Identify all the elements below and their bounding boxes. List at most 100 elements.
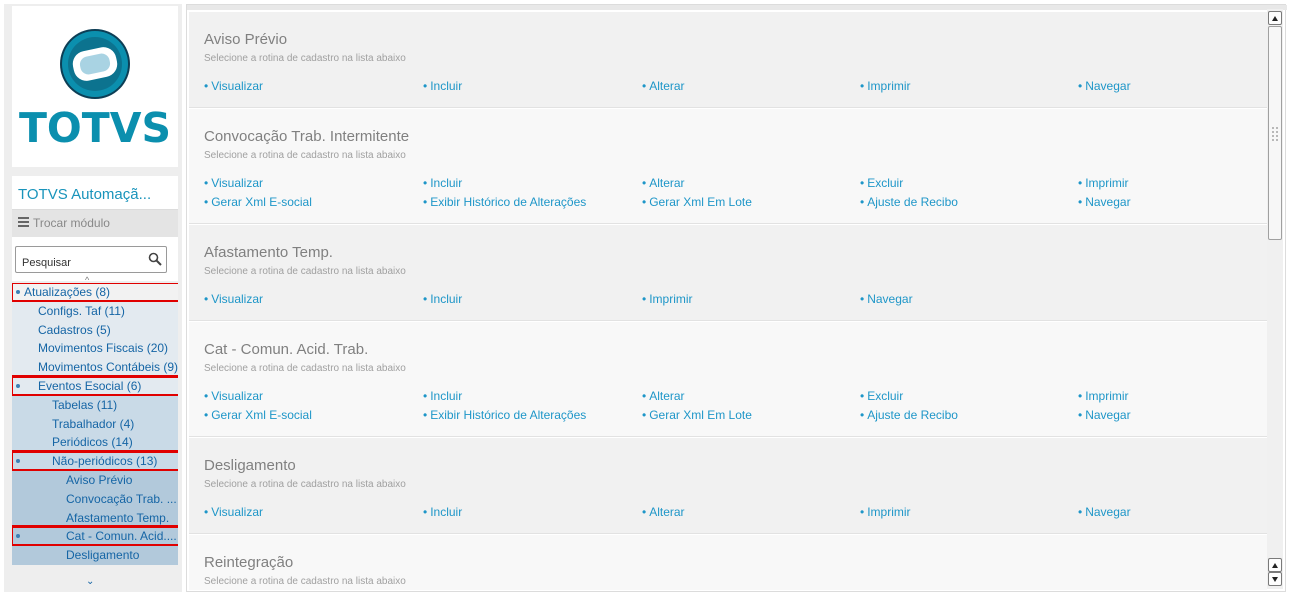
action-label: Ajuste de Recibo bbox=[867, 195, 958, 209]
bullet-icon: • bbox=[860, 176, 865, 190]
vertical-scrollbar[interactable] bbox=[1267, 9, 1283, 589]
action-label: Imprimir bbox=[1085, 176, 1129, 190]
scroll-down-button[interactable] bbox=[1268, 572, 1282, 586]
tree-item[interactable]: Desligamento bbox=[12, 546, 178, 565]
routine-section: Afastamento Temp. Selecione a rotina de c… bbox=[189, 225, 1267, 321]
search-input[interactable] bbox=[15, 246, 167, 273]
action-label: Alterar bbox=[649, 79, 685, 93]
tree-item[interactable]: Trabalhador (4) bbox=[12, 415, 178, 434]
main-panel: Aviso Prévio Selecione a rotina de cadast… bbox=[186, 4, 1287, 592]
routine-action-link[interactable]: • Incluir bbox=[423, 79, 462, 93]
routine-section: Desligamento Selecione a rotina de cadast… bbox=[189, 438, 1267, 534]
action-label: Imprimir bbox=[1085, 389, 1129, 403]
routine-action-link[interactable]: • Navegar bbox=[1078, 408, 1131, 422]
tree-item[interactable]: Eventos Esocial (6) bbox=[12, 377, 178, 396]
action-label: Gerar Xml Em Lote bbox=[649, 408, 752, 422]
tree-scroll-down-icon[interactable]: ⌄ bbox=[86, 576, 94, 587]
routine-action-link[interactable]: • Excluir bbox=[860, 389, 903, 403]
action-label: Visualizar bbox=[211, 389, 264, 403]
bullet-icon: • bbox=[204, 505, 209, 519]
section-title: Desligamento bbox=[204, 457, 296, 474]
routine-action-link[interactable]: • Imprimir bbox=[860, 79, 911, 93]
bullet-icon: • bbox=[1078, 176, 1083, 190]
action-label: Ajuste de Recibo bbox=[867, 408, 958, 422]
routine-action-link[interactable]: • Navegar bbox=[1078, 505, 1131, 519]
action-label: Visualizar bbox=[211, 79, 264, 93]
bullet-icon: • bbox=[204, 195, 209, 209]
switch-module-button[interactable]: Trocar módulo bbox=[12, 209, 178, 237]
tree-item[interactable]: Configs. Taf (11) bbox=[12, 302, 178, 321]
bullet-icon: • bbox=[860, 408, 865, 422]
routine-action-link[interactable]: • Incluir bbox=[423, 292, 462, 306]
routine-action-link[interactable]: • Incluir bbox=[423, 389, 462, 403]
routine-action-link[interactable]: • Gerar Xml Em Lote bbox=[642, 408, 752, 422]
section-subtitle: Selecione a rotina de cadastro na lista … bbox=[204, 479, 406, 490]
tree-item[interactable]: Movimentos Fiscais (20) bbox=[12, 339, 178, 358]
routine-action-link[interactable]: • Alterar bbox=[642, 505, 685, 519]
routine-action-link[interactable]: • Ajuste de Recibo bbox=[860, 195, 958, 209]
arrow-up-icon bbox=[1272, 563, 1278, 568]
routine-action-link[interactable]: • Alterar bbox=[642, 389, 685, 403]
tree-item[interactable]: Afastamento Temp. bbox=[12, 509, 178, 528]
tree-item[interactable]: Não-periódicos (13) bbox=[12, 452, 178, 471]
scroll-step-up-button[interactable] bbox=[1268, 558, 1282, 572]
section-title: Reintegração bbox=[204, 554, 294, 571]
bullet-icon: • bbox=[1078, 408, 1083, 422]
tree-item[interactable]: Atualizações (8) bbox=[12, 283, 178, 302]
routine-section: Aviso Prévio Selecione a rotina de cadast… bbox=[189, 12, 1267, 108]
routine-action-link[interactable]: • Ajuste de Recibo bbox=[860, 408, 958, 422]
tree-item-label: Cadastros (5) bbox=[38, 323, 111, 337]
bullet-icon: • bbox=[423, 389, 428, 403]
routine-action-link[interactable]: • Imprimir bbox=[1078, 176, 1129, 190]
routine-action-link[interactable]: • Navegar bbox=[1078, 195, 1131, 209]
tree-item-label: Eventos Esocial (6) bbox=[38, 379, 142, 393]
routine-action-link[interactable]: • Imprimir bbox=[1078, 389, 1129, 403]
section-title: Aviso Prévio bbox=[204, 31, 288, 48]
scrollbar-thumb[interactable] bbox=[1268, 26, 1282, 240]
routine-action-link[interactable]: • Visualizar bbox=[204, 79, 263, 93]
section-subtitle: Selecione a rotina de cadastro na lista … bbox=[204, 53, 406, 64]
routine-action-link[interactable]: • Gerar Xml Em Lote bbox=[642, 195, 752, 209]
section-title: Afastamento Temp. bbox=[204, 244, 333, 261]
scroll-up-button[interactable] bbox=[1268, 11, 1282, 25]
action-label: Exibir Histórico de Alterações bbox=[430, 408, 587, 422]
totvs-logo-icon bbox=[60, 29, 130, 99]
action-label: Incluir bbox=[430, 292, 463, 306]
routine-action-link[interactable]: • Visualizar bbox=[204, 176, 263, 190]
routine-action-link[interactable]: • Alterar bbox=[642, 176, 685, 190]
routine-action-link[interactable]: • Imprimir bbox=[642, 292, 693, 306]
tree-item[interactable]: Convocação Trab. ... bbox=[12, 490, 178, 509]
routine-action-link[interactable]: • Visualizar bbox=[204, 389, 263, 403]
routine-action-link[interactable]: • Navegar bbox=[860, 292, 913, 306]
routine-action-link[interactable]: • Gerar Xml E-social bbox=[204, 195, 312, 209]
action-label: Imprimir bbox=[867, 79, 911, 93]
tree-item[interactable]: Aviso Prévio bbox=[12, 471, 178, 490]
tree-item-label: Convocação Trab. ... bbox=[66, 492, 177, 506]
routine-action-link[interactable]: • Incluir bbox=[423, 176, 462, 190]
tree-item[interactable]: Movimentos Contábeis (9) bbox=[12, 358, 178, 377]
routine-action-link[interactable]: • Visualizar bbox=[204, 292, 263, 306]
tree-item-label: Cat - Comun. Acid.... bbox=[66, 529, 177, 543]
routine-action-link[interactable]: • Navegar bbox=[1078, 79, 1131, 93]
routine-action-link[interactable]: • Imprimir bbox=[860, 505, 911, 519]
routine-action-link[interactable]: • Alterar bbox=[642, 79, 685, 93]
routine-action-link[interactable]: • Incluir bbox=[423, 505, 462, 519]
tree-item[interactable]: Cadastros (5) bbox=[12, 321, 178, 340]
routine-action-link[interactable]: • Excluir bbox=[860, 176, 903, 190]
routine-action-link[interactable]: • Exibir Histórico de Alterações bbox=[423, 408, 586, 422]
tree-item-label: Aviso Prévio bbox=[66, 473, 133, 487]
module-header[interactable]: TOTVS Automaçã... bbox=[12, 176, 178, 209]
tree-item[interactable]: Cat - Comun. Acid.... bbox=[12, 527, 178, 546]
bullet-icon: • bbox=[860, 505, 865, 519]
routine-action-link[interactable]: • Exibir Histórico de Alterações bbox=[423, 195, 586, 209]
tree-item-label: Desligamento bbox=[66, 548, 140, 562]
tree-item-label: Periódicos (14) bbox=[52, 435, 133, 449]
tree-item[interactable]: Periódicos (14) bbox=[12, 433, 178, 452]
action-label: Exibir Histórico de Alterações bbox=[430, 195, 587, 209]
routine-action-link[interactable]: • Visualizar bbox=[204, 505, 263, 519]
routine-action-link[interactable]: • Gerar Xml E-social bbox=[204, 408, 312, 422]
search-icon[interactable] bbox=[148, 252, 162, 266]
expanded-bullet-icon bbox=[16, 290, 20, 294]
tree-item[interactable]: Tabelas (11) bbox=[12, 396, 178, 415]
section-subtitle: Selecione a rotina de cadastro na lista … bbox=[204, 266, 406, 277]
